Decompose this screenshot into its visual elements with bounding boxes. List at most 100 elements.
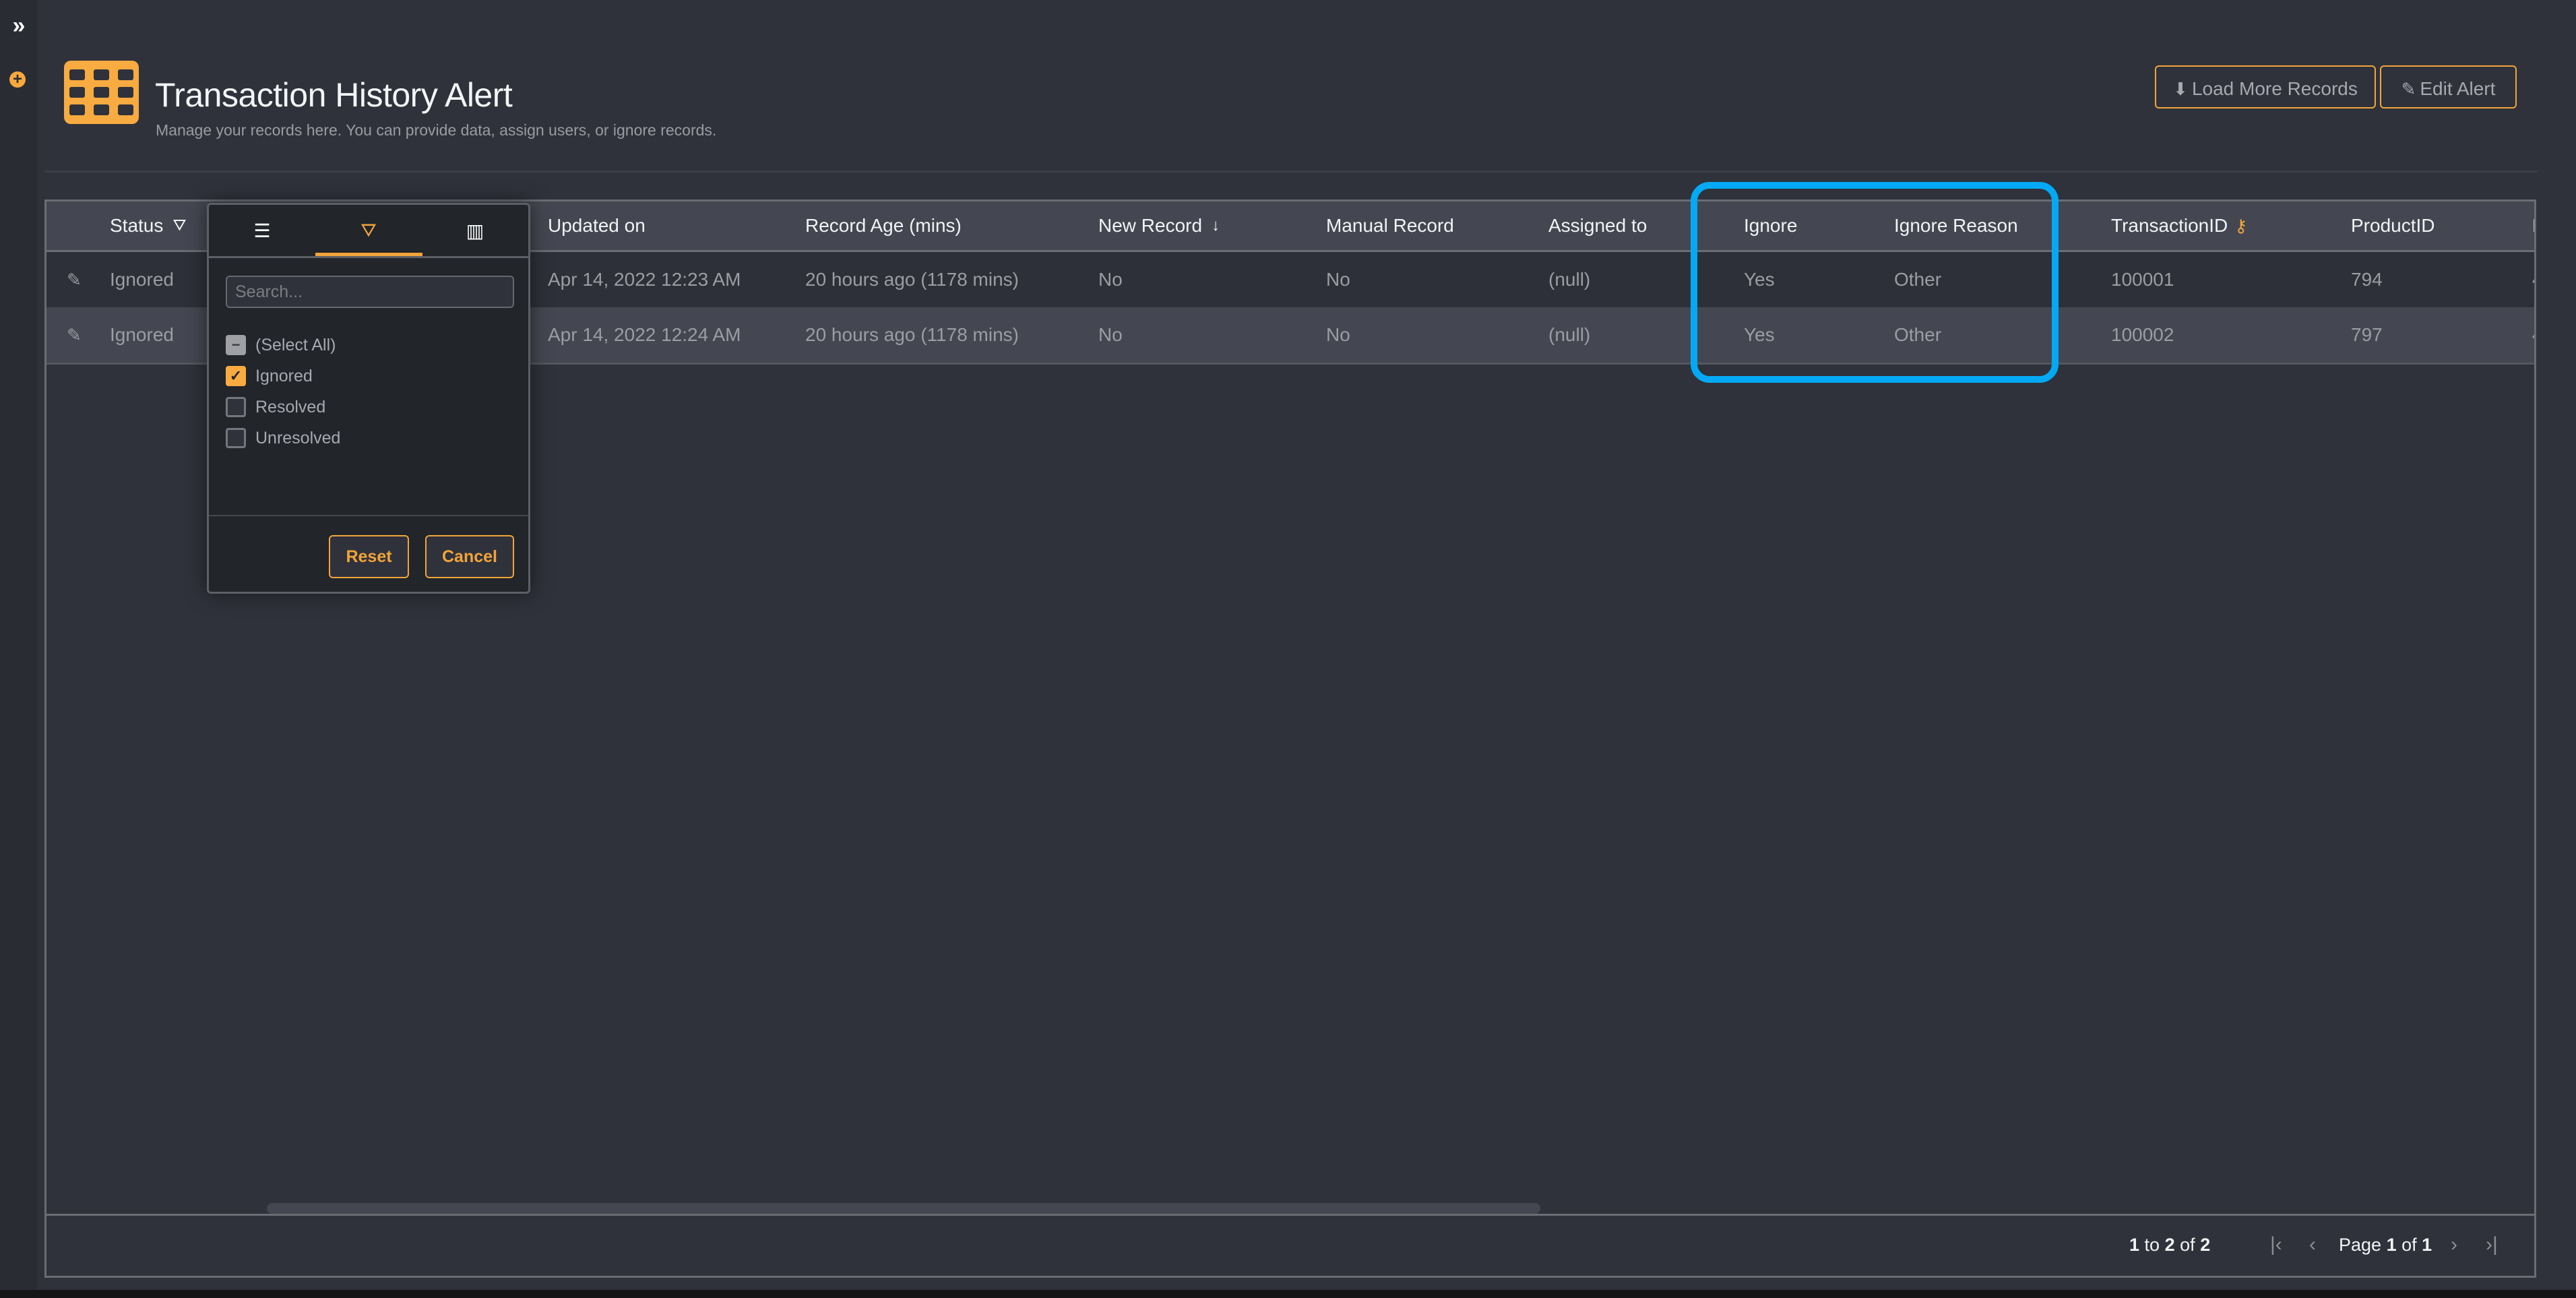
column-header-new-record[interactable]: New Record ↓ bbox=[1098, 202, 1220, 250]
pagination-bar: 1 to 2 of 2 |‹ ‹ Page 1 of 1 › ›| bbox=[46, 1216, 2534, 1276]
cell-status: Ignored bbox=[110, 324, 174, 345]
tab-general-menu[interactable]: ☰ bbox=[209, 205, 315, 256]
cell-new-record: No bbox=[1098, 324, 1123, 345]
edit-alert-label: Edit Alert bbox=[2420, 78, 2496, 99]
cell-ignore-reason: Other bbox=[1894, 324, 1942, 345]
column-label: New Record bbox=[1098, 215, 1203, 236]
column-label: TransactionID bbox=[2111, 215, 2228, 236]
column-label: Ignore Reason bbox=[1894, 215, 2018, 236]
filter-icon[interactable]: ⛛ bbox=[172, 216, 186, 235]
cell-new-record: No bbox=[1098, 269, 1123, 290]
row-count-summary: 1 to 2 of 2 bbox=[2129, 1235, 2210, 1256]
edit-row-pencil-icon[interactable]: ✎ bbox=[67, 307, 82, 363]
cell-manual-record: No bbox=[1326, 324, 1350, 345]
popup-tabs: ☰ ⛛ ▥ bbox=[209, 205, 528, 258]
current-page: 1 bbox=[2386, 1235, 2397, 1255]
cell-transaction-id: 100001 bbox=[2111, 269, 2174, 290]
column-header-product-id[interactable]: ProductID bbox=[2351, 202, 2435, 250]
columns-icon: ▥ bbox=[466, 220, 484, 241]
sort-desc-icon: ↓ bbox=[1212, 216, 1220, 235]
table-grid-icon bbox=[64, 61, 139, 124]
filter-option-select-all[interactable]: − (Select All) bbox=[226, 332, 336, 359]
range-to-word: to bbox=[2144, 1235, 2160, 1255]
range-to: 2 bbox=[2164, 1235, 2175, 1255]
checkbox-checked[interactable]: ✓ bbox=[226, 366, 246, 386]
add-circle-icon[interactable]: + bbox=[9, 71, 26, 88]
column-label: Record Age (mins) bbox=[805, 215, 962, 236]
option-label: Unresolved bbox=[255, 428, 341, 447]
load-more-label: Load More Records bbox=[2191, 78, 2358, 99]
column-label: Assigned to bbox=[1548, 215, 1647, 236]
column-label: P bbox=[2532, 215, 2534, 237]
cell-transaction-id: 100002 bbox=[2111, 324, 2174, 345]
cell-product-id: 797 bbox=[2351, 324, 2383, 345]
last-page-icon[interactable]: ›| bbox=[2486, 1233, 2498, 1256]
edit-row-pencil-icon[interactable]: ✎ bbox=[67, 252, 82, 307]
column-header-assigned-to[interactable]: Assigned to bbox=[1548, 202, 1647, 250]
option-label: Ignored bbox=[255, 366, 313, 385]
checkbox-unchecked[interactable] bbox=[226, 428, 246, 448]
menu-icon: ☰ bbox=[253, 220, 271, 241]
page-word: Page bbox=[2339, 1235, 2382, 1255]
cell-manual-record: No bbox=[1326, 269, 1350, 290]
column-header-ignore-reason[interactable]: Ignore Reason bbox=[1894, 202, 2018, 250]
window-bottom-edge bbox=[0, 1290, 2576, 1298]
column-label: ProductID bbox=[2351, 215, 2435, 236]
tab-columns[interactable]: ▥ bbox=[422, 205, 528, 256]
column-header-record-age[interactable]: Record Age (mins) bbox=[805, 202, 962, 250]
horizontal-scrollbar[interactable] bbox=[267, 1203, 1540, 1214]
next-page-icon[interactable]: › bbox=[2451, 1233, 2457, 1256]
status-filter-popup: ☰ ⛛ ▥ − (Select All) ✓ Ignored Resolved … bbox=[207, 203, 530, 594]
active-tab-indicator bbox=[315, 253, 422, 256]
key-icon: ⚷ bbox=[2234, 215, 2248, 236]
column-header-transaction-id[interactable]: TransactionID ⚷ bbox=[2111, 202, 2247, 250]
load-more-records-button[interactable]: ⬇ Load More Records bbox=[2155, 65, 2376, 109]
cell-updated-on: Apr 14, 2022 12:23 AM bbox=[548, 269, 741, 290]
edit-alert-button[interactable]: ✎ Edit Alert bbox=[2380, 65, 2517, 109]
column-label: Ignore bbox=[1744, 215, 1798, 236]
column-header-partial[interactable]: P bbox=[2532, 202, 2534, 250]
cell-assigned-to: (null) bbox=[1548, 269, 1591, 290]
page-of-word: of bbox=[2401, 1235, 2417, 1255]
cell-record-age: 20 hours ago (1178 mins) bbox=[805, 269, 1019, 290]
cell-ignore-reason: Other bbox=[1894, 269, 1942, 290]
cell-updated-on: Apr 14, 2022 12:24 AM bbox=[548, 324, 741, 345]
cell-ignore: Yes bbox=[1744, 324, 1775, 345]
checkbox-indeterminate[interactable]: − bbox=[226, 335, 246, 355]
option-label: Resolved bbox=[255, 397, 326, 416]
option-label: (Select All) bbox=[255, 335, 336, 354]
cell-partial: 4 bbox=[2532, 307, 2534, 363]
range-total: 2 bbox=[2200, 1235, 2211, 1255]
checkbox-unchecked[interactable] bbox=[226, 397, 246, 417]
range-of-word: of bbox=[2180, 1235, 2195, 1255]
total-pages: 1 bbox=[2422, 1235, 2432, 1255]
tab-filter[interactable]: ⛛ bbox=[315, 205, 422, 256]
cell-ignore: Yes bbox=[1744, 269, 1775, 290]
page-subtitle: Manage your records here. You can provid… bbox=[156, 121, 717, 139]
column-header-status[interactable]: Status ⛛ bbox=[110, 202, 187, 250]
cell-assigned-to: (null) bbox=[1548, 324, 1591, 345]
filter-option-resolved[interactable]: Resolved bbox=[226, 394, 325, 421]
cell-partial: 4 bbox=[2532, 252, 2534, 307]
column-header-ignore[interactable]: Ignore bbox=[1744, 202, 1797, 250]
cell-record-age: 20 hours ago (1178 mins) bbox=[805, 324, 1019, 345]
filter-option-unresolved[interactable]: Unresolved bbox=[226, 425, 340, 452]
cancel-button[interactable]: Cancel bbox=[425, 535, 514, 578]
column-label: Manual Record bbox=[1326, 215, 1454, 236]
range-from: 1 bbox=[2129, 1235, 2140, 1255]
cell-status: Ignored bbox=[110, 269, 174, 290]
filter-icon: ⛛ bbox=[360, 219, 377, 241]
cell-product-id: 794 bbox=[2351, 269, 2383, 290]
column-label: Updated on bbox=[548, 215, 646, 236]
sidebar: » + bbox=[0, 0, 37, 1290]
column-header-updated-on[interactable]: Updated on bbox=[548, 202, 646, 250]
previous-page-icon[interactable]: ‹ bbox=[2309, 1233, 2316, 1256]
first-page-icon[interactable]: |‹ bbox=[2270, 1233, 2282, 1256]
popup-footer-divider bbox=[209, 515, 528, 516]
column-header-manual-record[interactable]: Manual Record bbox=[1326, 202, 1454, 250]
expand-sidebar-icon[interactable]: » bbox=[8, 12, 30, 39]
reset-button[interactable]: Reset bbox=[329, 535, 409, 578]
download-circle-icon: ⬇ bbox=[2173, 79, 2188, 99]
filter-search-input[interactable] bbox=[226, 276, 514, 308]
filter-option-ignored[interactable]: ✓ Ignored bbox=[226, 363, 313, 390]
